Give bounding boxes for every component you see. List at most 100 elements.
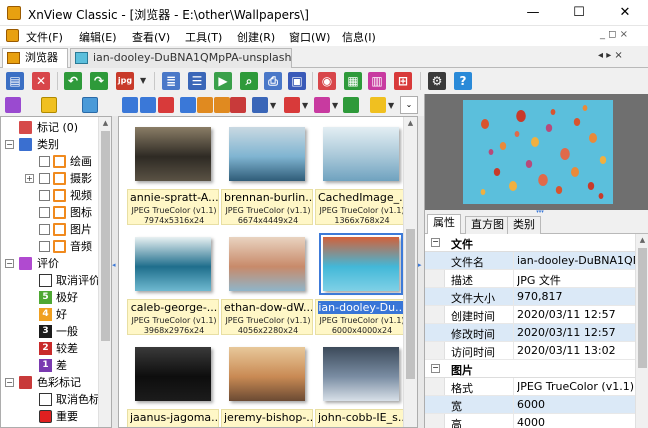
thumbnail-item[interactable]: annie-spratt-A... JPEG TrueColor (v1.1) 79…	[127, 123, 219, 227]
properties-scrollbar[interactable]: ▲	[635, 234, 648, 428]
tree-expander-icon[interactable]: −	[5, 378, 14, 387]
collapse-left-arrow-icon[interactable]: ◂	[112, 261, 116, 269]
tab-properties[interactable]: 属性	[427, 214, 461, 235]
tree-item[interactable]: 重要	[1, 408, 97, 425]
tree-item[interactable]: 视频	[1, 187, 97, 204]
thumbnail-item[interactable]: ethan-dow-dW... JPEG TrueColor (v1.1) 4056…	[221, 233, 313, 337]
tree-item[interactable]: 标记 (0)	[1, 119, 97, 136]
property-group[interactable]: − 文件	[425, 234, 635, 252]
filmstrip-button[interactable]: ▥	[366, 70, 388, 92]
group-collapse-icon[interactable]: −	[431, 364, 440, 373]
up-folder-icon[interactable]	[180, 97, 196, 113]
tree-scroll-thumb[interactable]	[101, 131, 110, 341]
tree-item[interactable]: + 摄影	[1, 170, 97, 187]
tree-item[interactable]: 5 极好	[1, 289, 97, 306]
mdi-controls[interactable]: _ ◻ ×	[600, 29, 628, 40]
filter-icon[interactable]	[314, 97, 330, 113]
jpeg-dropdown-arrow-icon[interactable]: ▼	[140, 76, 146, 85]
menu-edit[interactable]: 编辑(E)	[79, 29, 117, 45]
batch-rename-button[interactable]: ☰	[186, 70, 208, 92]
path-dropdown-icon[interactable]: ⌄	[400, 96, 418, 114]
slideshow-button[interactable]: ▶	[212, 70, 234, 92]
category-checkbox[interactable]	[39, 173, 50, 184]
tab-browser[interactable]: 浏览器	[2, 48, 68, 68]
tree-expander-icon[interactable]: −	[5, 140, 14, 149]
props-scroll-up-arrow-icon[interactable]: ▲	[636, 234, 648, 247]
category-checkbox[interactable]	[39, 224, 50, 235]
minimize-button[interactable]: —	[510, 0, 556, 26]
tree-scrollbar[interactable]: ▲	[98, 117, 111, 427]
maximize-button[interactable]: ☐	[556, 0, 602, 26]
tree-expander-icon[interactable]: −	[5, 259, 14, 268]
category-checkbox[interactable]	[39, 190, 50, 201]
move-to-icon[interactable]	[214, 97, 230, 113]
property-row[interactable]: 访问时间 2020/03/11 13:02	[425, 342, 635, 360]
home-icon[interactable]	[158, 97, 174, 113]
scroll-up-arrow-icon[interactable]: ▲	[99, 117, 111, 130]
tree-item[interactable]: − 色彩标记	[1, 374, 97, 391]
tree-toggle-icon[interactable]	[5, 97, 21, 113]
image-preview[interactable]	[425, 94, 648, 210]
categories-icon[interactable]	[82, 97, 98, 113]
contact-sheet-button[interactable]: ⊞	[392, 70, 414, 92]
delete-icon[interactable]	[230, 97, 246, 113]
thumbnail-scrollbar[interactable]: ▲	[403, 117, 417, 427]
thumb-scroll-up-arrow-icon[interactable]: ▲	[404, 117, 417, 130]
capture-button[interactable]: ◉	[316, 70, 338, 92]
tree-item[interactable]: 1差	[1, 357, 97, 374]
menu-create[interactable]: 创建(R)	[237, 29, 275, 45]
rotate-right-button[interactable]: ↷	[88, 70, 110, 92]
properties-scroll-thumb[interactable]	[638, 248, 647, 368]
category-checkbox[interactable]	[39, 156, 50, 167]
close-button[interactable]: ✕	[602, 0, 648, 26]
rotate-left-button[interactable]: ↶	[62, 70, 84, 92]
filter-dropdown-icon[interactable]: ▼	[332, 101, 338, 110]
property-row[interactable]: 修改时间 2020/03/11 12:57	[425, 324, 635, 342]
search-button[interactable]: ⌕	[238, 70, 260, 92]
settings-button[interactable]: ⚙	[426, 70, 448, 92]
thumbnail-item[interactable]: ian-dooley-Du... JPEG TrueColor (v1.1) 600…	[315, 233, 407, 337]
group-collapse-icon[interactable]: −	[431, 238, 440, 247]
back-arrow-icon[interactable]	[122, 97, 138, 113]
fullscreen-button[interactable]: ✕	[30, 70, 52, 92]
menu-file[interactable]: 文件(F)	[26, 29, 63, 45]
sort-icon[interactable]	[284, 97, 300, 113]
tree-item[interactable]: 取消色标	[1, 391, 100, 408]
tree-item[interactable]: 取消评价	[1, 272, 100, 289]
tree-item[interactable]: 图标	[1, 204, 97, 221]
scan-button[interactable]: ▣	[286, 70, 308, 92]
menu-window[interactable]: 窗口(W)	[289, 29, 330, 45]
browser-view-button[interactable]: ▤	[4, 70, 26, 92]
tab-scroll-controls[interactable]: ◂ ▸ ×	[598, 50, 623, 61]
print-button[interactable]: ⎙	[262, 70, 284, 92]
tab-categories[interactable]: 类别	[507, 216, 541, 234]
favorites-star-icon[interactable]	[41, 97, 57, 113]
slideshow-create-button[interactable]: ▦	[342, 70, 364, 92]
thumbnail-item[interactable]: brennan-burlin... JPEG TrueColor (v1.1) 66…	[221, 123, 313, 227]
view-mode-icon[interactable]	[252, 97, 268, 113]
collapse-right-arrow-icon[interactable]: ▸	[418, 261, 422, 269]
copy-to-icon[interactable]	[197, 97, 213, 113]
tree-item[interactable]: 3 一般	[1, 323, 97, 340]
thumbnail-item[interactable]: CachedImage_... JPEG TrueColor (v1.1) 1366…	[315, 123, 407, 227]
favorites-dropdown-icon[interactable]: ▼	[388, 101, 394, 110]
tab-histogram[interactable]: 直方图	[465, 216, 510, 234]
tree-item[interactable]: − 评价	[1, 255, 97, 272]
thumbnail-item[interactable]: caleb-george-... JPEG TrueColor (v1.1) 396…	[127, 233, 219, 337]
jpeg-lossless-button[interactable]: jpg	[114, 70, 136, 92]
sort-dropdown-icon[interactable]: ▼	[302, 101, 308, 110]
document-menu-icon[interactable]	[6, 29, 19, 42]
menu-view[interactable]: 查看(V)	[132, 29, 170, 45]
tree-expander-icon[interactable]: +	[25, 174, 34, 183]
property-row[interactable]: 创建时间 2020/03/11 12:57	[425, 306, 635, 324]
view-mode-dropdown-icon[interactable]: ▼	[270, 101, 276, 110]
thumbnail-item[interactable]: jaanus-jagoma...JPEG TrueColor (v1.1)	[127, 343, 219, 427]
property-group[interactable]: − 图片	[425, 360, 635, 378]
property-row[interactable]: 宽 6000	[425, 396, 635, 414]
refresh-icon[interactable]	[343, 97, 359, 113]
tree-item[interactable]: − 类别	[1, 136, 97, 153]
category-checkbox[interactable]	[39, 241, 50, 252]
tree-item[interactable]: 4好	[1, 306, 97, 323]
tree-item[interactable]: 2 较差	[1, 340, 97, 357]
tree-item[interactable]: 图片	[1, 221, 97, 238]
